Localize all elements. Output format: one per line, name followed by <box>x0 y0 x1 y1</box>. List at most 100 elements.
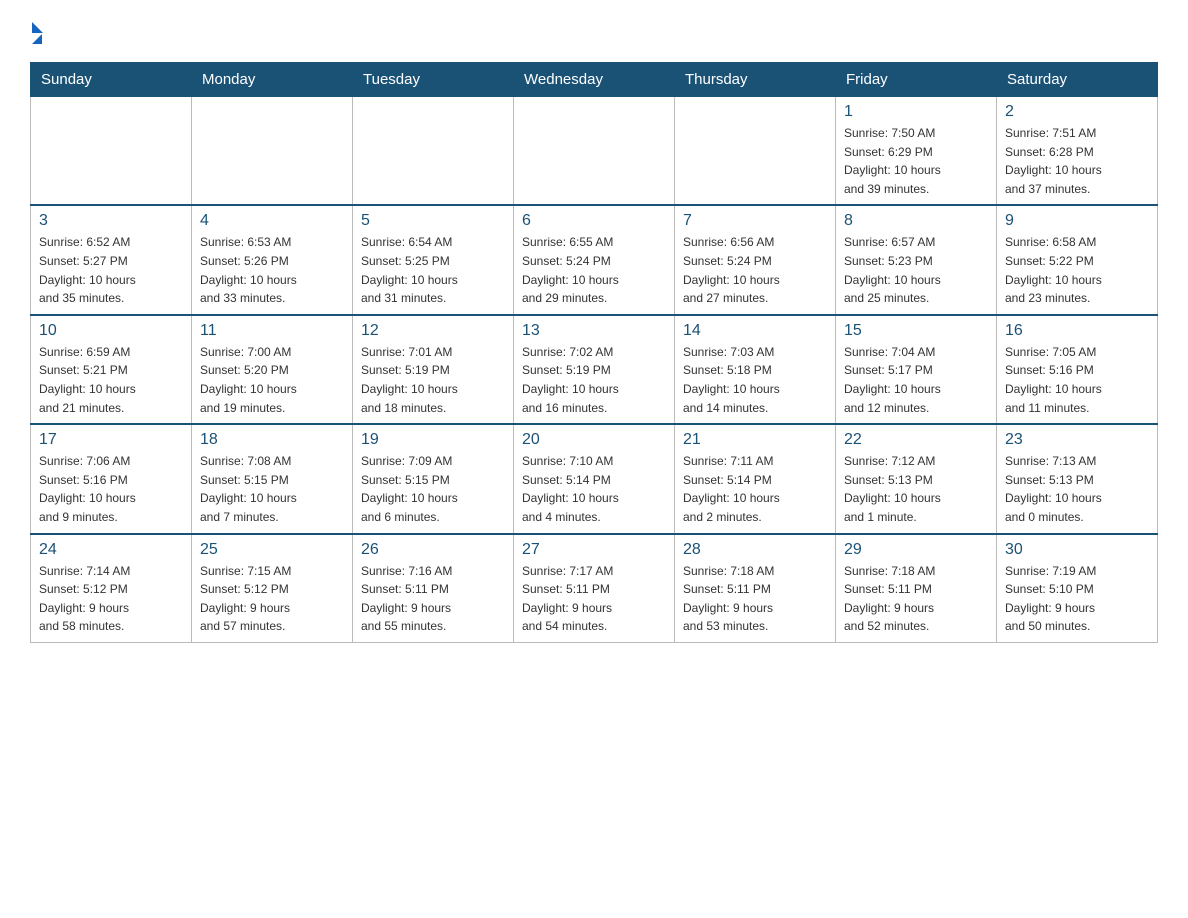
day-number: 9 <box>1005 212 1149 230</box>
day-info: Sunrise: 7:12 AM Sunset: 5:13 PM Dayligh… <box>844 452 988 526</box>
day-number: 1 <box>844 103 988 121</box>
col-header-wednesday: Wednesday <box>514 63 675 97</box>
calendar-cell: 23 Sunrise: 7:13 AM Sunset: 5:13 PM Dayli… <box>997 424 1158 533</box>
calendar-cell: 1 Sunrise: 7:50 AM Sunset: 6:29 PM Daylig… <box>836 97 997 206</box>
day-number: 4 <box>200 212 344 230</box>
day-number: 25 <box>200 541 344 559</box>
day-number: 29 <box>844 541 988 559</box>
calendar-cell: 19 Sunrise: 7:09 AM Sunset: 5:15 PM Dayli… <box>353 424 514 533</box>
calendar-cell: 24Sunrise: 7:14 AM Sunset: 5:12 PM Dayli… <box>31 534 192 643</box>
day-number: 17 <box>39 431 183 449</box>
day-info: Sunrise: 7:09 AM Sunset: 5:15 PM Dayligh… <box>361 452 505 526</box>
day-info: Sunrise: 7:17 AM Sunset: 5:11 PM Dayligh… <box>522 562 666 636</box>
calendar-cell: 13 Sunrise: 7:02 AM Sunset: 5:19 PM Dayli… <box>514 315 675 424</box>
calendar-cell: 4 Sunrise: 6:53 AM Sunset: 5:26 PM Daylig… <box>192 205 353 314</box>
day-info: Sunrise: 7:51 AM Sunset: 6:28 PM Dayligh… <box>1005 124 1149 198</box>
day-number: 2 <box>1005 103 1149 121</box>
calendar-cell: 28 Sunrise: 7:18 AM Sunset: 5:11 PM Dayli… <box>675 534 836 643</box>
day-number: 8 <box>844 212 988 230</box>
calendar-week-3: 10 Sunrise: 6:59 AM Sunset: 5:21 PM Dayli… <box>31 315 1158 424</box>
day-number: 19 <box>361 431 505 449</box>
day-number: 16 <box>1005 322 1149 340</box>
calendar-cell: 10 Sunrise: 6:59 AM Sunset: 5:21 PM Dayli… <box>31 315 192 424</box>
calendar-cell: 25 Sunrise: 7:15 AM Sunset: 5:12 PM Dayli… <box>192 534 353 643</box>
day-info: Sunrise: 7:18 AM Sunset: 5:11 PM Dayligh… <box>683 562 827 636</box>
calendar-cell: 26 Sunrise: 7:16 AM Sunset: 5:11 PM Dayli… <box>353 534 514 643</box>
day-info: Sunrise: 7:50 AM Sunset: 6:29 PM Dayligh… <box>844 124 988 198</box>
calendar-cell: 5 Sunrise: 6:54 AM Sunset: 5:25 PM Daylig… <box>353 205 514 314</box>
calendar-cell <box>192 97 353 206</box>
day-info: Sunrise: 6:57 AM Sunset: 5:23 PM Dayligh… <box>844 233 988 307</box>
day-number: 23 <box>1005 431 1149 449</box>
day-info: Sunrise: 7:11 AM Sunset: 5:14 PM Dayligh… <box>683 452 827 526</box>
day-number: 13 <box>522 322 666 340</box>
calendar-cell: 22 Sunrise: 7:12 AM Sunset: 5:13 PM Dayli… <box>836 424 997 533</box>
calendar-cell: 30 Sunrise: 7:19 AM Sunset: 5:10 PM Dayli… <box>997 534 1158 643</box>
calendar-cell: 6 Sunrise: 6:55 AM Sunset: 5:24 PM Daylig… <box>514 205 675 314</box>
day-info: Sunrise: 7:03 AM Sunset: 5:18 PM Dayligh… <box>683 343 827 417</box>
day-number: 11 <box>200 322 344 340</box>
day-info: Sunrise: 7:15 AM Sunset: 5:12 PM Dayligh… <box>200 562 344 636</box>
day-info: Sunrise: 7:14 AM Sunset: 5:12 PM Dayligh… <box>39 562 183 636</box>
day-number: 22 <box>844 431 988 449</box>
day-info: Sunrise: 7:18 AM Sunset: 5:11 PM Dayligh… <box>844 562 988 636</box>
col-header-tuesday: Tuesday <box>353 63 514 97</box>
day-number: 15 <box>844 322 988 340</box>
calendar-week-1: 1 Sunrise: 7:50 AM Sunset: 6:29 PM Daylig… <box>31 97 1158 206</box>
day-info: Sunrise: 7:05 AM Sunset: 5:16 PM Dayligh… <box>1005 343 1149 417</box>
day-number: 10 <box>39 322 183 340</box>
day-info: Sunrise: 7:10 AM Sunset: 5:14 PM Dayligh… <box>522 452 666 526</box>
col-header-monday: Monday <box>192 63 353 97</box>
day-info: Sunrise: 7:02 AM Sunset: 5:19 PM Dayligh… <box>522 343 666 417</box>
calendar-cell: 14 Sunrise: 7:03 AM Sunset: 5:18 PM Dayli… <box>675 315 836 424</box>
day-number: 21 <box>683 431 827 449</box>
day-number: 12 <box>361 322 505 340</box>
day-info: Sunrise: 7:06 AM Sunset: 5:16 PM Dayligh… <box>39 452 183 526</box>
day-info: Sunrise: 6:56 AM Sunset: 5:24 PM Dayligh… <box>683 233 827 307</box>
day-number: 3 <box>39 212 183 230</box>
day-info: Sunrise: 6:58 AM Sunset: 5:22 PM Dayligh… <box>1005 233 1149 307</box>
calendar-cell: 20Sunrise: 7:10 AM Sunset: 5:14 PM Dayli… <box>514 424 675 533</box>
col-header-friday: Friday <box>836 63 997 97</box>
calendar-cell <box>353 97 514 206</box>
page-header <box>30 20 1158 44</box>
calendar-cell <box>514 97 675 206</box>
day-number: 27 <box>522 541 666 559</box>
calendar-cell: 7Sunrise: 6:56 AM Sunset: 5:24 PM Daylig… <box>675 205 836 314</box>
calendar-cell: 16 Sunrise: 7:05 AM Sunset: 5:16 PM Dayli… <box>997 315 1158 424</box>
calendar-cell: 12Sunrise: 7:01 AM Sunset: 5:19 PM Dayli… <box>353 315 514 424</box>
day-info: Sunrise: 6:59 AM Sunset: 5:21 PM Dayligh… <box>39 343 183 417</box>
day-info: Sunrise: 7:04 AM Sunset: 5:17 PM Dayligh… <box>844 343 988 417</box>
calendar-cell: 3 Sunrise: 6:52 AM Sunset: 5:27 PM Daylig… <box>31 205 192 314</box>
day-number: 6 <box>522 212 666 230</box>
day-number: 14 <box>683 322 827 340</box>
day-number: 30 <box>1005 541 1149 559</box>
calendar-cell: 27 Sunrise: 7:17 AM Sunset: 5:11 PM Dayli… <box>514 534 675 643</box>
calendar-cell <box>31 97 192 206</box>
day-info: Sunrise: 6:53 AM Sunset: 5:26 PM Dayligh… <box>200 233 344 307</box>
day-info: Sunrise: 7:19 AM Sunset: 5:10 PM Dayligh… <box>1005 562 1149 636</box>
col-header-thursday: Thursday <box>675 63 836 97</box>
day-number: 5 <box>361 212 505 230</box>
day-info: Sunrise: 7:16 AM Sunset: 5:11 PM Dayligh… <box>361 562 505 636</box>
calendar-cell: 29 Sunrise: 7:18 AM Sunset: 5:11 PM Dayli… <box>836 534 997 643</box>
day-info: Sunrise: 7:13 AM Sunset: 5:13 PM Dayligh… <box>1005 452 1149 526</box>
day-info: Sunrise: 6:54 AM Sunset: 5:25 PM Dayligh… <box>361 233 505 307</box>
day-number: 28 <box>683 541 827 559</box>
day-info: Sunrise: 6:55 AM Sunset: 5:24 PM Dayligh… <box>522 233 666 307</box>
day-info: Sunrise: 7:08 AM Sunset: 5:15 PM Dayligh… <box>200 452 344 526</box>
calendar-cell: 21 Sunrise: 7:11 AM Sunset: 5:14 PM Dayli… <box>675 424 836 533</box>
calendar-cell: 8 Sunrise: 6:57 AM Sunset: 5:23 PM Daylig… <box>836 205 997 314</box>
calendar-cell: 18 Sunrise: 7:08 AM Sunset: 5:15 PM Dayli… <box>192 424 353 533</box>
day-number: 18 <box>200 431 344 449</box>
calendar-cell: 17 Sunrise: 7:06 AM Sunset: 5:16 PM Dayli… <box>31 424 192 533</box>
calendar-week-4: 17 Sunrise: 7:06 AM Sunset: 5:16 PM Dayli… <box>31 424 1158 533</box>
calendar-cell: 15 Sunrise: 7:04 AM Sunset: 5:17 PM Dayli… <box>836 315 997 424</box>
calendar-cell: 2 Sunrise: 7:51 AM Sunset: 6:28 PM Daylig… <box>997 97 1158 206</box>
calendar-table: SundayMondayTuesdayWednesdayThursdayFrid… <box>30 62 1158 643</box>
day-number: 26 <box>361 541 505 559</box>
day-info: Sunrise: 6:52 AM Sunset: 5:27 PM Dayligh… <box>39 233 183 307</box>
calendar-week-5: 24Sunrise: 7:14 AM Sunset: 5:12 PM Dayli… <box>31 534 1158 643</box>
calendar-week-2: 3 Sunrise: 6:52 AM Sunset: 5:27 PM Daylig… <box>31 205 1158 314</box>
calendar-cell: 11Sunrise: 7:00 AM Sunset: 5:20 PM Dayli… <box>192 315 353 424</box>
